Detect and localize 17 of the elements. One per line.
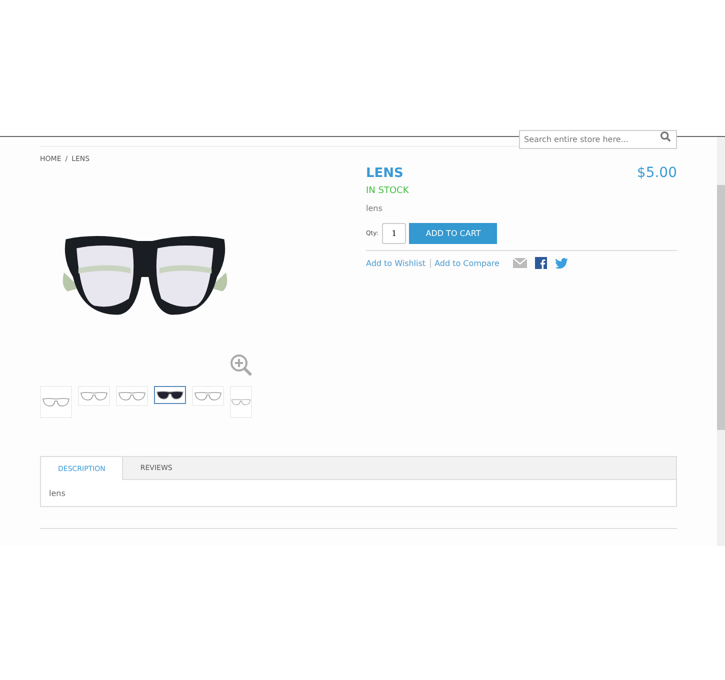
short-description: lens xyxy=(366,204,384,213)
email-icon[interactable] xyxy=(513,258,528,268)
qty-field[interactable]: 1 xyxy=(382,223,406,244)
product-link[interactable]: Add to Compare xyxy=(430,258,504,268)
tab-content-text: lens xyxy=(49,488,66,498)
zoom-in-icon[interactable] xyxy=(229,353,253,377)
stock-status: IN STOCK xyxy=(366,186,410,196)
facebook-icon[interactable] xyxy=(535,257,548,269)
thumbnail[interactable] xyxy=(154,386,186,404)
scrollbar[interactable] xyxy=(717,137,725,546)
search-icon[interactable] xyxy=(660,131,671,142)
search-field[interactable]: Search entire store here... xyxy=(519,130,677,149)
add-to-cart-button[interactable]: ADD TO CART xyxy=(409,223,498,244)
product-title: LENS xyxy=(366,166,404,181)
product-price: $5.00 xyxy=(636,165,677,181)
twitter-icon[interactable] xyxy=(555,258,568,268)
product-link[interactable]: Add to Wishlist xyxy=(366,258,430,268)
